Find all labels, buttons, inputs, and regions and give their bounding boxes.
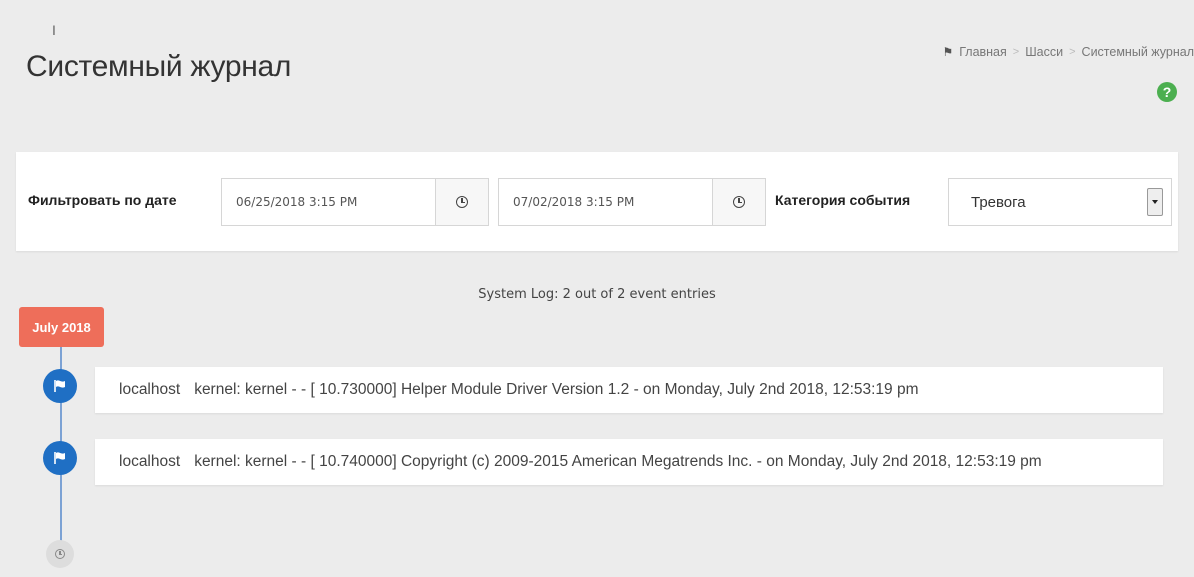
breadcrumb-separator: >: [1069, 46, 1076, 58]
log-entry: localhost kernel: kernel - - [ 10.730000]…: [95, 367, 1163, 413]
timeline-flag-icon: [43, 441, 77, 475]
log-entry-message: kernel: kernel - - [ 10.730000] Helper M…: [194, 381, 919, 398]
breadcrumb-chassis[interactable]: Шасси: [1025, 45, 1063, 59]
date-from-picker-button[interactable]: [435, 179, 488, 225]
date-to-field: [498, 178, 766, 226]
log-entry-host: localhost: [119, 381, 181, 398]
page-title: Системный журнал: [26, 50, 292, 84]
date-from-input[interactable]: [222, 179, 435, 225]
filter-panel: Фильтровать по дате - Категория события …: [16, 152, 1178, 251]
timeline-flag-icon: [43, 369, 77, 403]
event-category-label: Категория события: [775, 192, 911, 208]
timeline-end-clock: [46, 540, 74, 568]
log-entry-host: localhost: [119, 453, 181, 470]
log-entry-message: kernel: kernel - - [ 10.740000] Copyrigh…: [194, 453, 1042, 470]
log-summary: System Log: 2 out of 2 event entries: [478, 287, 716, 302]
date-to-input[interactable]: [499, 179, 712, 225]
month-badge: July 2018: [19, 307, 104, 347]
event-category-select[interactable]: Тревога: [948, 178, 1172, 226]
chevron-down-icon: [1147, 188, 1163, 216]
clock-icon: [733, 196, 745, 208]
clock-icon: [456, 196, 468, 208]
help-icon[interactable]: ?: [1157, 82, 1177, 102]
breadcrumb-home[interactable]: Главная: [959, 45, 1007, 59]
breadcrumb-separator: >: [1012, 46, 1020, 58]
date-from-field: [221, 178, 489, 226]
date-filter-label: Фильтровать по дате: [28, 192, 177, 208]
breadcrumb: ⚑ Главная > Шасси > Системный журнал: [942, 45, 1194, 59]
clock-icon: [55, 549, 65, 559]
event-category-value: Тревога: [971, 193, 1026, 211]
text-cursor-icon: I: [52, 22, 56, 38]
log-entry: localhost kernel: kernel - - [ 10.740000]…: [95, 439, 1163, 485]
breadcrumb-current: Системный журнал: [1081, 45, 1194, 59]
date-to-picker-button[interactable]: [712, 179, 765, 225]
home-icon[interactable]: ⚑: [942, 45, 953, 59]
